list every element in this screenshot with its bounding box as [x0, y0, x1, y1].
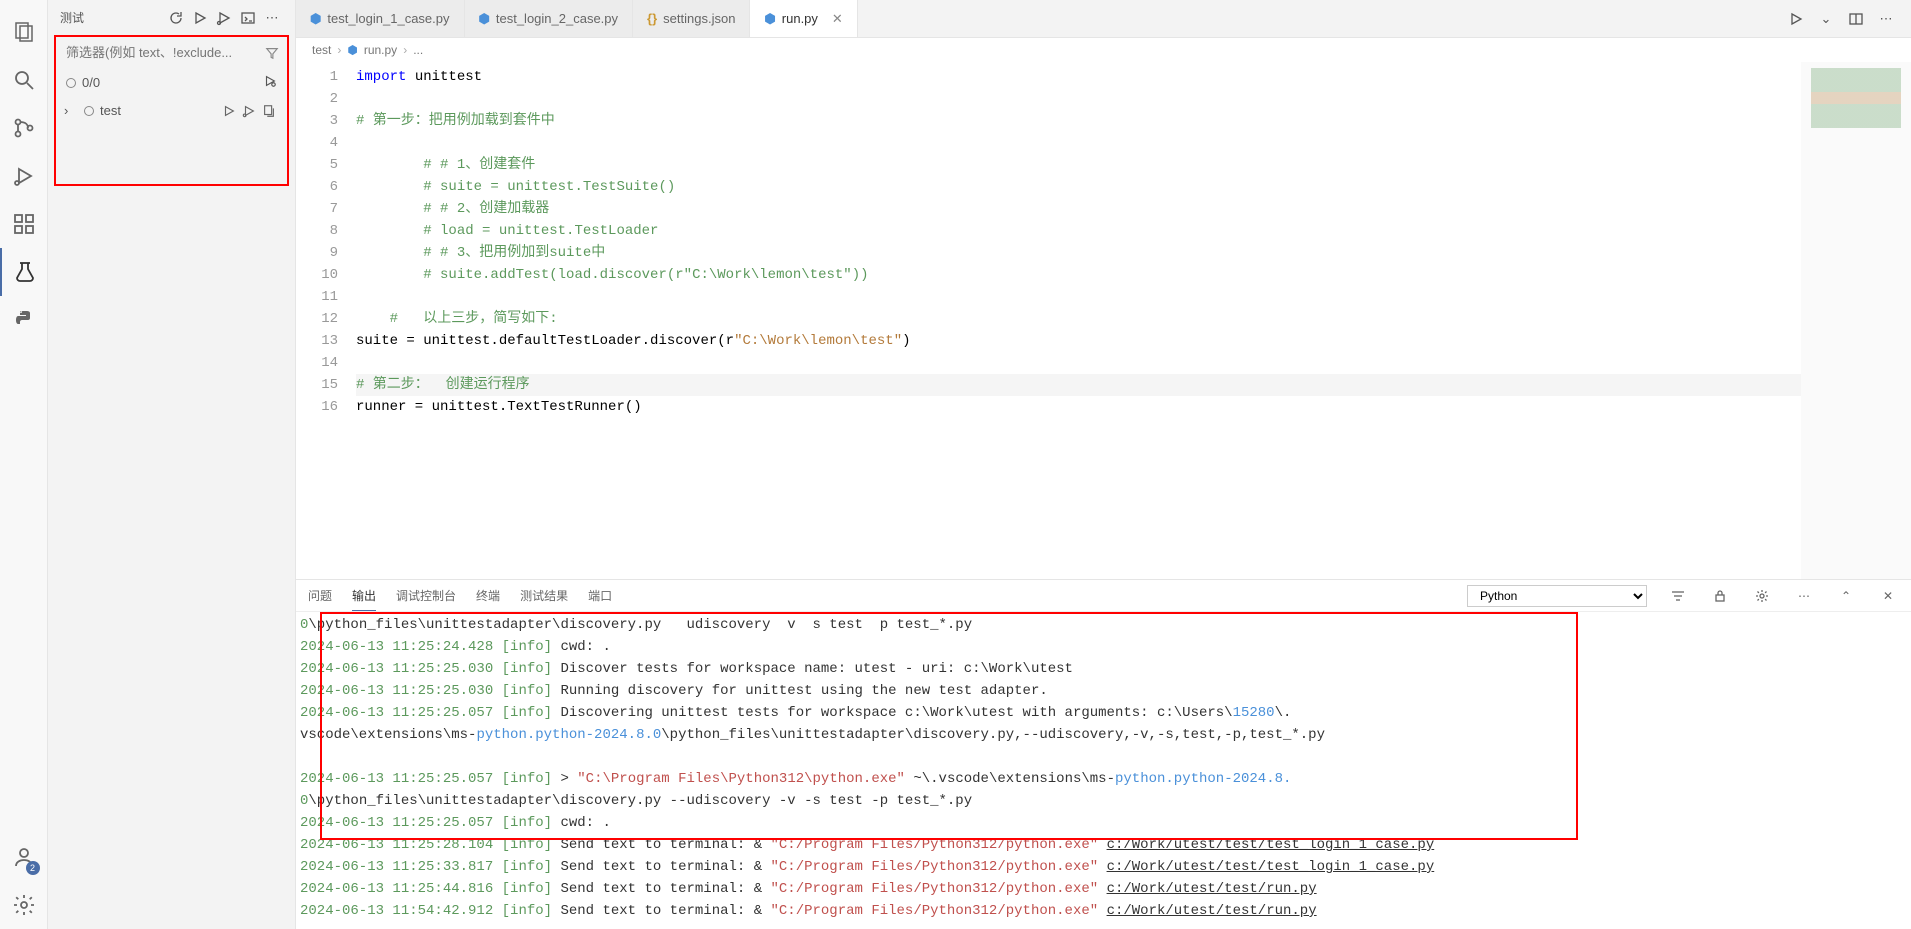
settings-gear-icon[interactable] [0, 881, 48, 929]
panel-tab-端口[interactable]: 端口 [588, 581, 612, 611]
output-line [300, 746, 1911, 768]
sidebar-title: 测试 [60, 9, 163, 26]
run-debug-icon[interactable] [0, 152, 48, 200]
run-dropdown-icon[interactable]: ⌄ [1815, 11, 1837, 27]
output-line: 2024-06-13 11:25:25.030 [info] Running d… [300, 680, 1911, 702]
more-actions-icon[interactable]: ⋯ [261, 7, 283, 29]
panel-tab-调试控制台[interactable]: 调试控制台 [396, 581, 456, 611]
chevron-up-icon[interactable]: ⌃ [1835, 589, 1857, 603]
run-file-icon[interactable] [1785, 11, 1807, 27]
panel-tab-测试结果[interactable]: 测试结果 [520, 581, 568, 611]
code-editor[interactable]: 12345678910111213141516 import unittest … [296, 62, 1911, 579]
line-gutter: 12345678910111213141516 [296, 62, 356, 579]
output-channel-select[interactable]: Python [1467, 585, 1647, 607]
split-editor-icon[interactable] [1845, 11, 1867, 27]
tab-test-login-2-case-py[interactable]: ⬢ test_login_2_case.py [465, 0, 634, 37]
test-item[interactable]: › test [56, 97, 287, 124]
output-line: 2024-06-13 11:25:33.817 [info] Send text… [300, 856, 1911, 878]
close-panel-icon[interactable]: ✕ [1877, 589, 1899, 603]
status-circle-icon [66, 78, 76, 88]
tab-run-py[interactable]: ⬢ run.py ✕ [750, 0, 857, 37]
debug-test-icon[interactable] [239, 104, 259, 118]
sidebar-header: 测试 ⋯ [48, 0, 295, 35]
breadcrumb-folder: test [312, 43, 331, 57]
output-line: 2024-06-13 11:25:25.030 [info] Discover … [300, 658, 1911, 680]
run-test-icon[interactable] [219, 104, 239, 118]
filter-output-icon[interactable] [1667, 588, 1689, 604]
output-line: 2024-06-13 11:25:24.428 [info] cwd: . [300, 636, 1911, 658]
more-panel-icon[interactable]: ⋯ [1793, 589, 1815, 603]
refresh-tests-icon[interactable] [165, 7, 187, 29]
output-line: 2024-06-13 11:25:25.057 [info] > "C:\Pro… [300, 768, 1911, 790]
tab-label: test_login_1_case.py [327, 11, 449, 26]
python-file-icon: ⬢ [347, 43, 357, 57]
output-line: 2024-06-13 11:25:28.104 [info] Send text… [300, 834, 1911, 856]
minimap[interactable] [1801, 62, 1911, 579]
python-file-icon: ⬢ [764, 11, 775, 27]
close-tab-icon[interactable]: ✕ [832, 11, 843, 27]
output-line: 2024-06-13 11:54:42.912 [info] Send text… [300, 900, 1911, 922]
python-ext-icon[interactable] [0, 296, 48, 344]
output-line: vscode\extensions\ms-python.python-2024.… [300, 724, 1911, 746]
output-line: 0\python_files\unittestadapter\discovery… [300, 790, 1911, 812]
extensions-icon[interactable] [0, 200, 48, 248]
settings-output-icon[interactable] [1751, 588, 1773, 604]
accounts-icon[interactable]: 2 [0, 833, 48, 881]
panel-tab-输出[interactable]: 输出 [352, 581, 376, 611]
accounts-badge: 2 [26, 861, 40, 875]
json-file-icon: {} [647, 11, 657, 26]
lock-scroll-icon[interactable] [1709, 588, 1731, 604]
panel-tab-问题[interactable]: 问题 [308, 581, 332, 611]
activity-bar: 2 [0, 0, 48, 929]
panel-tabs: 问题输出调试控制台终端测试结果端口 Python ⋯ ⌃ ✕ [296, 580, 1911, 612]
breadcrumb-file: run.py [364, 43, 397, 57]
output-line: 2024-06-13 11:25:25.057 [info] Discoveri… [300, 702, 1911, 724]
test-sidebar: 测试 ⋯ 0/0 › test [48, 0, 296, 929]
breadcrumb-tail: ... [413, 43, 423, 57]
breadcrumb[interactable]: test › ⬢ run.py › ... [296, 38, 1911, 62]
output-line: 2024-06-13 11:25:25.057 [info] cwd: . [300, 812, 1911, 834]
show-output-icon[interactable] [237, 7, 259, 29]
tab-settings-json[interactable]: {} settings.json [633, 0, 750, 37]
test-panel: 0/0 › test [54, 35, 289, 186]
tab-label: settings.json [663, 11, 735, 26]
python-file-icon: ⬢ [479, 11, 490, 27]
output-content[interactable]: 0\python_files\unittestadapter\discovery… [296, 612, 1911, 929]
test-count-row: 0/0 [56, 68, 287, 97]
bottom-panel: 问题输出调试控制台终端测试结果端口 Python ⋯ ⌃ ✕ 0\python_… [296, 579, 1911, 929]
test-count: 0/0 [82, 75, 100, 90]
source-control-icon[interactable] [0, 104, 48, 152]
tab-label: test_login_2_case.py [496, 11, 618, 26]
chevron-right-icon: › [64, 103, 78, 118]
run-all-tests-icon[interactable] [189, 7, 211, 29]
test-item-label: test [100, 103, 219, 118]
tab-test-login-1-case-py[interactable]: ⬢ test_login_1_case.py [296, 0, 465, 37]
test-filter-input[interactable] [62, 41, 263, 64]
code-content[interactable]: import unittest # 第一步：把用例加载到套件中 # # 1、创建… [356, 62, 1801, 579]
filter-row [56, 37, 287, 68]
explorer-icon[interactable] [0, 8, 48, 56]
python-file-icon: ⬢ [310, 11, 321, 27]
main-area: ⬢ test_login_1_case.py ⬢ test_login_2_case.… [296, 0, 1911, 929]
more-editor-icon[interactable]: ⋯ [1875, 11, 1897, 27]
output-line: 0\python_files\unittestadapter\discovery… [300, 614, 1911, 636]
tab-label: run.py [782, 11, 818, 26]
debug-all-tests-icon[interactable] [213, 7, 235, 29]
editor-actions: ⌄ ⋯ [1785, 0, 1911, 37]
status-circle-icon [84, 106, 94, 116]
output-line: 2024-06-13 11:25:44.816 [info] Send text… [300, 878, 1911, 900]
run-count-icon[interactable] [263, 74, 277, 91]
goto-test-icon[interactable] [259, 104, 279, 118]
search-icon[interactable] [0, 56, 48, 104]
editor-tabs: ⬢ test_login_1_case.py ⬢ test_login_2_case.… [296, 0, 1911, 38]
testing-icon[interactable] [0, 248, 48, 296]
filter-icon[interactable] [263, 46, 281, 60]
panel-tab-终端[interactable]: 终端 [476, 581, 500, 611]
